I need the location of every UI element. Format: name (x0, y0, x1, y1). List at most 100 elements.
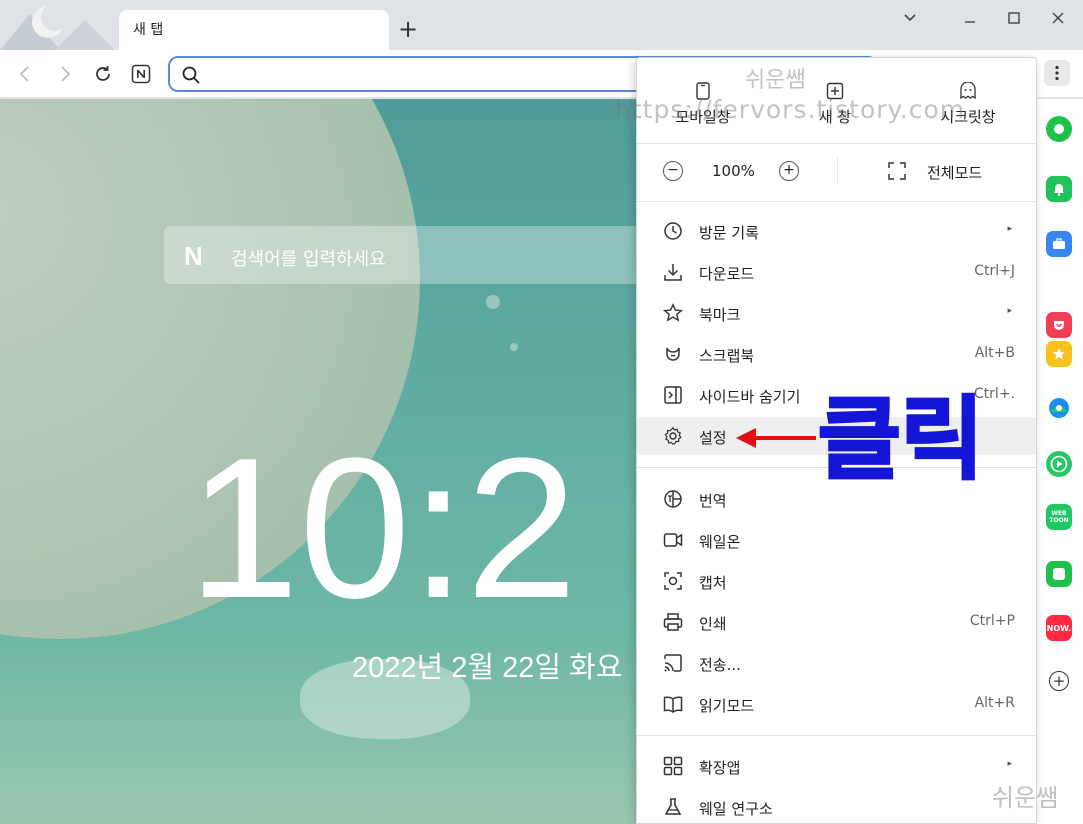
menu-item-bookmarks[interactable]: 북마크 ▸ (637, 294, 1036, 332)
reload-button[interactable] (92, 63, 114, 85)
watermark-url: https://fervors.tistory.com (615, 95, 966, 124)
star-app-icon[interactable] (1046, 341, 1072, 367)
add-symbol: + (1052, 671, 1066, 690)
scrapbook-icon (666, 347, 680, 361)
search-placeholder: 검색어를 입력하세요 (231, 249, 386, 270)
zoom-out-symbol: − (667, 162, 679, 178)
menu-item-reading-mode[interactable]: 읽기모드 Alt+R (637, 685, 1036, 723)
minimize-button[interactable] (958, 6, 982, 30)
menu-item-shortcut: Ctrl+P (969, 613, 1015, 629)
menu-item-capture[interactable]: 캡처 (637, 562, 1036, 600)
menu-item-label: 북마크 (699, 306, 741, 324)
naver-search-box[interactable]: N 검색어를 입력하세요 (164, 226, 644, 284)
menu-item-downloads[interactable]: 다운로드 Ctrl+J (637, 253, 1036, 291)
menu-item-label: 방문 기록 (699, 224, 759, 242)
labs-icon (664, 798, 682, 815)
zoom-level: 100% (712, 162, 755, 180)
capture-icon (664, 572, 682, 590)
now-label: NOW. (1046, 623, 1072, 633)
menu-item-print[interactable]: 인쇄 Ctrl+P (637, 603, 1036, 641)
menu-item-scrapbook[interactable]: 스크랩북 Alt+B (637, 335, 1036, 373)
zoom-divider (837, 158, 838, 184)
menu-item-label: 웨일온 (699, 533, 741, 551)
browser-window: 새 탭 + N 검색어를 입력하세요 10:2 2022년 2월 22일 화요 … (0, 0, 1083, 824)
menu-item-extensions[interactable]: 확장앱 ▸ (637, 747, 1036, 785)
red-arrow-icon (736, 428, 816, 448)
now-icon[interactable]: NOW. (1046, 615, 1072, 641)
menu-item-label: 사이드바 숨기기 (699, 388, 801, 406)
green-square-app-icon[interactable] (1046, 561, 1072, 587)
sidebar-hide-icon (664, 386, 682, 404)
menu-item-cast[interactable]: 전송... (637, 644, 1036, 682)
more-menu-button[interactable] (1044, 60, 1070, 86)
forward-button[interactable] (54, 63, 76, 85)
pocket-icon[interactable] (1046, 312, 1072, 338)
tab-title: 새 탭 (133, 22, 164, 38)
close-button[interactable] (1046, 6, 1070, 30)
clock: 10:2 (188, 417, 578, 640)
naver-logo-icon: N (184, 241, 203, 271)
maximize-button[interactable] (1002, 6, 1026, 30)
history-icon (664, 222, 682, 240)
menu-item-whale-labs[interactable]: 웨일 연구소 (637, 788, 1036, 824)
menu-item-label: 전송... (699, 656, 741, 674)
menu-divider (637, 735, 1036, 736)
menu-item-label: 번역 (699, 492, 727, 510)
webtoon-label: WEB TOON (1049, 510, 1069, 524)
menu-item-shortcut: Alt+B (974, 345, 1015, 361)
menu-item-shortcut: Ctrl+J (974, 263, 1015, 279)
gear-icon (664, 426, 682, 445)
naver-home-icon[interactable] (130, 63, 152, 85)
fullscreen-icon (888, 162, 906, 180)
menu-item-history[interactable]: 방문 기록 ▸ (637, 212, 1036, 250)
submenu-arrow-icon: ▸ (1007, 759, 1012, 769)
menu-divider (637, 201, 1036, 202)
background-bubble (510, 343, 518, 351)
menu-item-label: 확장앱 (699, 759, 741, 777)
star-icon (663, 303, 683, 322)
watermark-name: 쉬운쌤 (745, 68, 806, 93)
menu-item-label: 다운로드 (699, 265, 755, 283)
reading-mode-icon (663, 696, 683, 713)
menu-item-label: 읽기모드 (699, 697, 755, 715)
extensions-icon (663, 756, 683, 776)
menu-item-label: 인쇄 (699, 615, 727, 633)
zoom-in-symbol: + (783, 162, 795, 178)
tab-search-chevron-icon[interactable] (898, 6, 922, 30)
bell-icon[interactable] (1046, 176, 1072, 202)
back-button[interactable] (14, 63, 36, 85)
date-label: 2022년 2월 22일 화요 (352, 652, 623, 684)
fullscreen-button[interactable]: 전체모드 (887, 159, 997, 183)
menu-item-label: 스크랩북 (699, 347, 755, 365)
watermark-name-corner: 쉬운쌤 (992, 784, 1059, 812)
menu-item-shortcut: Alt+R (974, 695, 1015, 711)
kebab-icon (1055, 65, 1059, 81)
play-icon[interactable] (1046, 451, 1072, 477)
submenu-arrow-icon: ▸ (1007, 306, 1012, 316)
menu-divider (637, 143, 1036, 144)
new-tab-button[interactable]: + (398, 17, 418, 41)
zoom-in-button[interactable]: + (779, 161, 799, 181)
sidebar: WEB TOON NOW. + (1036, 99, 1083, 824)
add-sidebar-app-button[interactable]: + (1049, 671, 1069, 691)
menu-item-label: 설정 (699, 429, 727, 447)
background-bubble (486, 295, 500, 309)
menu-item-whale-on[interactable]: 웨일온 (637, 521, 1036, 559)
webtoon-icon[interactable]: WEB TOON (1046, 504, 1072, 530)
click-callout: 클릭 (817, 386, 986, 494)
video-call-icon (663, 533, 683, 547)
menu-item-label: 캡처 (699, 574, 727, 592)
search-icon (182, 66, 200, 84)
cast-icon (664, 654, 682, 672)
papago-icon[interactable] (1046, 395, 1072, 421)
zoom-out-button[interactable]: − (663, 161, 683, 181)
tab-new-tab[interactable]: 새 탭 (119, 10, 389, 50)
tab-strip: 새 탭 + (0, 0, 1083, 50)
briefcase-icon[interactable] (1046, 231, 1072, 257)
submenu-arrow-icon: ▸ (1007, 224, 1012, 234)
green-circle-app-icon[interactable] (1046, 116, 1072, 142)
translate-icon (664, 490, 682, 508)
print-icon (663, 613, 683, 631)
menu-item-label: 웨일 연구소 (699, 800, 773, 818)
download-icon (664, 264, 682, 281)
